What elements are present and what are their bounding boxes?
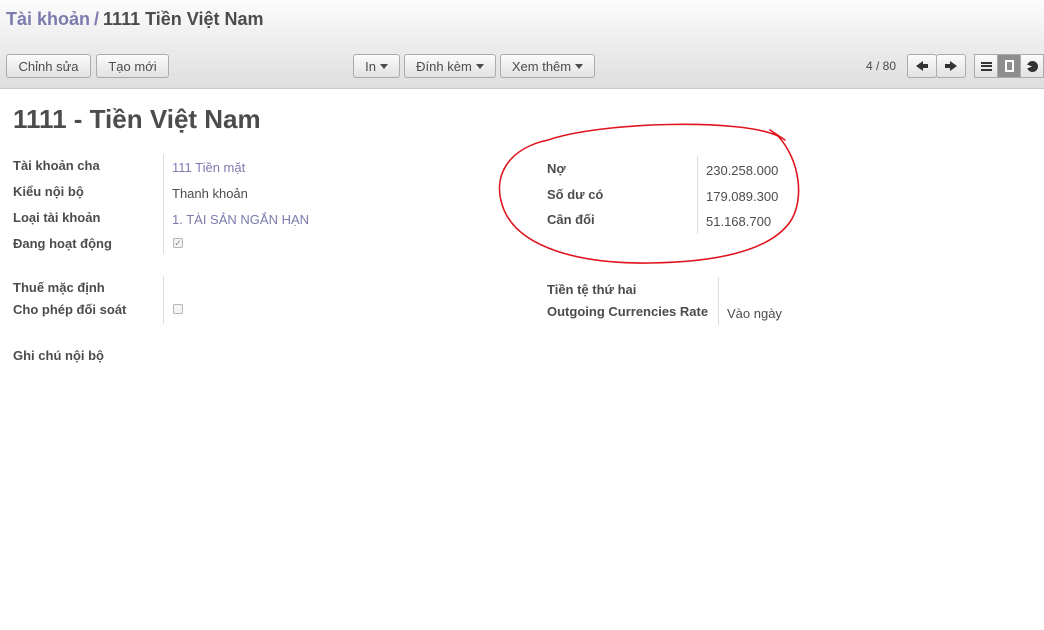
graph-view-icon (1026, 60, 1038, 72)
breadcrumb-separator: / (94, 9, 100, 29)
caret-down-icon (575, 63, 584, 69)
secondary-currency-label: Tiền tệ thứ hai (547, 282, 637, 297)
field-divider (697, 156, 698, 234)
outgoing-rate-label: Outgoing Currencies Rate (547, 304, 709, 319)
credit-label: Số dư có (547, 187, 604, 202)
debit-value: 230.258.000 (706, 163, 779, 178)
breadcrumb-current: 1111 Tiền Việt Nam (103, 9, 264, 29)
form-view-icon (1004, 60, 1014, 72)
reconcile-checkbox[interactable] (173, 304, 183, 314)
account-type-label: Loại tài khoản (13, 210, 101, 225)
more-dropdown-label: Xem thêm (511, 58, 572, 74)
arrow-right-icon (950, 61, 957, 71)
credit-value: 179.089.300 (706, 189, 779, 204)
default-tax-label: Thuế mặc định (13, 280, 105, 295)
reconcile-label: Cho phép đối soát (13, 302, 127, 317)
list-view-icon (980, 61, 992, 71)
pager-counter[interactable]: 4 / 80 (866, 59, 896, 73)
pager-next-button[interactable] (936, 54, 966, 78)
more-dropdown[interactable]: Xem thêm (500, 54, 595, 78)
print-dropdown-label: In (365, 58, 376, 74)
arrow-left-icon (916, 61, 923, 71)
caret-down-icon (475, 63, 484, 69)
parent-account-label: Tài khoản cha (13, 158, 100, 173)
internal-type-value: Thanh khoản (172, 186, 248, 201)
checkmark-icon: ✓ (174, 237, 182, 248)
field-divider (163, 154, 164, 254)
arrow-left-stem (923, 64, 928, 68)
debit-label: Nợ (547, 161, 566, 176)
edit-button-label: Chỉnh sửa (18, 58, 79, 74)
graph-view-button[interactable] (1020, 54, 1044, 78)
create-button-label: Tạo mới (108, 58, 157, 74)
list-view-button[interactable] (974, 54, 998, 78)
print-dropdown[interactable]: In (353, 54, 400, 78)
caret-down-icon (379, 63, 388, 69)
pager-previous-button[interactable] (907, 54, 937, 78)
outgoing-rate-value: Vào ngày (727, 306, 782, 321)
internal-note-label: Ghi chú nội bộ (13, 348, 104, 363)
attachment-dropdown-label: Đính kèm (416, 58, 472, 74)
account-type-link[interactable]: 1. TÀI SẢN NGẮN HẠN (172, 212, 309, 227)
parent-account-link[interactable]: 111 Tiền mặt (172, 160, 245, 175)
create-button[interactable]: Tạo mới (96, 54, 169, 78)
edit-button[interactable]: Chỉnh sửa (6, 54, 91, 78)
breadcrumb: Tài khoản/1111 Tiền Việt Nam (6, 9, 263, 30)
active-label: Đang hoạt động (13, 236, 112, 251)
internal-type-label: Kiểu nội bộ (13, 184, 84, 199)
breadcrumb-parent-link[interactable]: Tài khoản (6, 9, 90, 29)
record-title: 1111 - Tiền Việt Nam (13, 104, 261, 134)
annotation-circle (498, 123, 800, 264)
control-panel: Tài khoản/1111 Tiền Việt Nam Chỉnh sửa T… (0, 0, 1044, 89)
active-checkbox[interactable]: ✓ (173, 238, 183, 248)
balance-value: 51.168.700 (706, 214, 772, 229)
attachment-dropdown[interactable]: Đính kèm (404, 54, 496, 78)
field-divider (718, 277, 719, 325)
form-view-button[interactable] (997, 54, 1021, 78)
balance-label: Cân đối (547, 212, 595, 227)
view-switcher (974, 54, 1044, 78)
field-divider (163, 276, 164, 324)
